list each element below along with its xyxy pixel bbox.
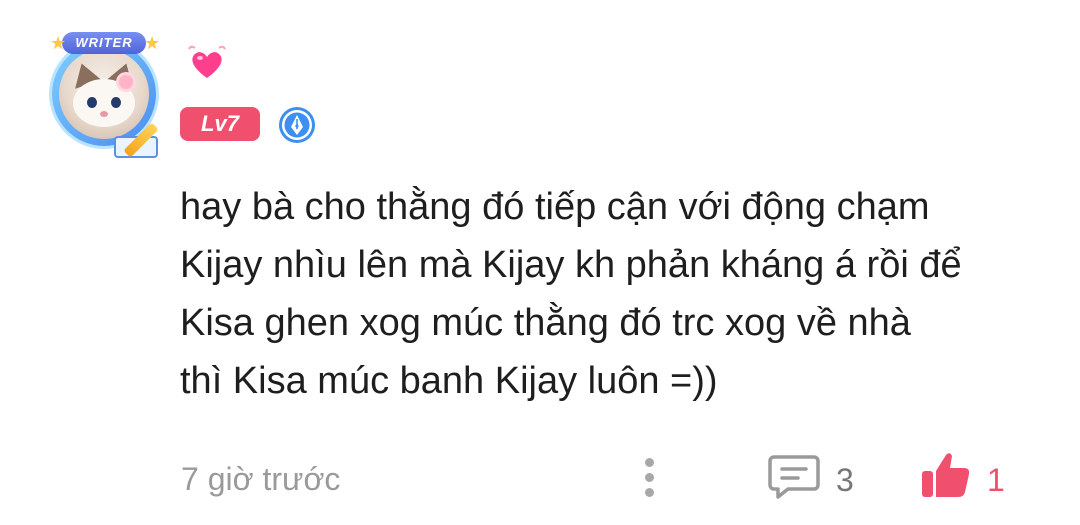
comment-line: thì Kisa múc banh Kijay luôn =)): [180, 360, 718, 402]
avatar[interactable]: WRITER ★ ★: [40, 28, 170, 158]
star-icon: ★: [144, 33, 161, 53]
more-options-icon[interactable]: [641, 456, 657, 500]
comment-line: Kisa ghen xog múc thằng đó trc xog về nh…: [180, 302, 911, 344]
comment-line: hay bà cho thằng đó tiếp cận với động ch…: [180, 186, 930, 228]
timestamp: 7 giờ trước: [181, 461, 341, 497]
flower-icon: [119, 75, 133, 89]
comment-body: hay bà cho thằng đó tiếp cận với động ch…: [180, 178, 1060, 410]
like-count: 1: [987, 462, 1005, 498]
star-icon: ★: [50, 33, 67, 53]
writer-frame-banner: WRITER: [62, 32, 146, 54]
reply-icon[interactable]: [768, 453, 820, 501]
heart-icon: [188, 45, 226, 78]
writer-pen-badge-icon[interactable]: [277, 105, 317, 145]
comment-line: Kijay nhìu lên mà Kijay kh phản kháng á …: [180, 244, 962, 286]
comment-card: WRITER ★ ★ Lv7 hay bà cho thằng đó tiếp …: [0, 0, 1080, 525]
avatar-image: [59, 49, 149, 139]
reply-count: 3: [836, 462, 854, 498]
thumbs-up-icon[interactable]: [920, 449, 972, 501]
level-badge: Lv7: [180, 107, 260, 141]
